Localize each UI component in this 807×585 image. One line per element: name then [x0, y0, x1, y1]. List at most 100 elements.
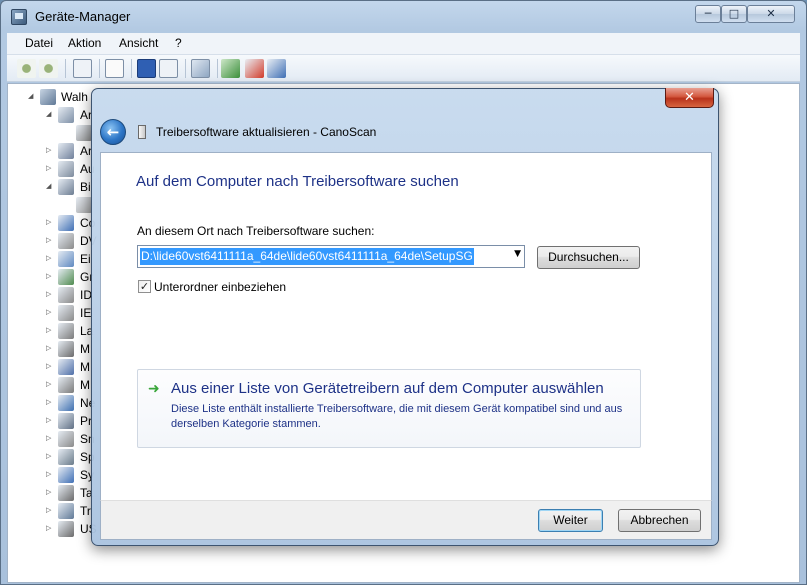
browse-button[interactable]: Durchsuchen... [537, 246, 640, 269]
properties-icon[interactable] [105, 59, 124, 78]
device-category-icon [58, 521, 74, 537]
chevron-down-icon[interactable]: ▼ [514, 249, 521, 259]
tree-item-label: IE [80, 306, 92, 320]
expand-icon[interactable]: ▷ [46, 398, 53, 407]
expand-icon[interactable]: ▷ [46, 506, 53, 515]
tree-item[interactable] [8, 196, 98, 214]
tree-item[interactable]: ▷ US [8, 520, 98, 538]
expand-icon[interactable]: ▷ [46, 272, 53, 281]
tree-item[interactable]: ▷ Co [8, 214, 98, 232]
expand-icon[interactable]: ▷ [46, 164, 53, 173]
forward-arrow-icon[interactable] [39, 59, 58, 78]
expand-icon[interactable]: ▷ [46, 380, 53, 389]
expand-icon[interactable]: ▷ [46, 290, 53, 299]
expand-icon[interactable]: ▷ [46, 344, 53, 353]
device-category-icon [58, 251, 74, 267]
dialog-close-button[interactable]: ✕ [665, 88, 714, 108]
tree-item[interactable] [8, 124, 98, 142]
subfolder-label[interactable]: Unterordner einbeziehen [154, 280, 286, 294]
tree-item[interactable]: ▷ M [8, 340, 98, 358]
close-button[interactable]: ✕ [747, 5, 795, 23]
dialog-content: Auf dem Computer nach Treibersoftware su… [100, 152, 712, 500]
device-category-icon [58, 269, 74, 285]
path-combobox[interactable]: D:\lide60vst6411111a_64de\lide60vst64111… [137, 245, 525, 268]
pick-from-list-title[interactable]: Aus einer Liste von Gerätetreibern auf d… [171, 380, 604, 397]
tree-item[interactable]: ▷ Ne [8, 394, 98, 412]
green-arrow-icon: ➜ [148, 381, 160, 397]
expand-icon[interactable]: ▷ [46, 326, 53, 335]
expand-icon[interactable]: ◢ [46, 110, 53, 119]
expand-icon[interactable]: ▷ [46, 524, 53, 533]
tree-item[interactable]: ▷ Sy [8, 466, 98, 484]
tree-item[interactable]: ▷ Ar [8, 142, 98, 160]
update-driver-dialog: ✕ ← Treibersoftware aktualisieren - Cano… [91, 88, 719, 546]
expand-icon[interactable]: ▷ [46, 488, 53, 497]
collapse-icon[interactable]: ◢ [28, 92, 35, 101]
menu-aktion[interactable]: Aktion [68, 36, 101, 50]
enable-device-icon[interactable] [267, 59, 286, 78]
tree-item[interactable]: ▷ Au [8, 160, 98, 178]
expand-icon[interactable]: ▷ [46, 452, 53, 461]
expand-icon[interactable]: ▷ [46, 236, 53, 245]
expand-icon[interactable]: ◢ [46, 182, 53, 191]
subfolder-checkbox[interactable]: ✓ [138, 280, 151, 293]
expand-icon[interactable]: ▷ [46, 146, 53, 155]
device-category-icon [58, 107, 74, 123]
tree-item[interactable]: ▷ Sn [8, 430, 98, 448]
cancel-button[interactable]: Abbrechen [618, 509, 701, 532]
expand-icon[interactable]: ▷ [46, 218, 53, 227]
help-icon[interactable] [137, 59, 156, 78]
device-category-icon [58, 161, 74, 177]
tree-item[interactable]: ▷ IE [8, 304, 98, 322]
device-category-icon [58, 287, 74, 303]
tree-root[interactable]: ◢ Walh [8, 88, 98, 106]
update-driver-icon[interactable] [221, 59, 240, 78]
toolbar-separator [65, 59, 66, 78]
tree-item[interactable]: ▷ La [8, 322, 98, 340]
tree-item[interactable]: ◢ Ar [8, 106, 98, 124]
path-input[interactable]: D:\lide60vst6411111a_64de\lide60vst64111… [140, 248, 474, 265]
dialog-heading: Auf dem Computer nach Treibersoftware su… [136, 173, 459, 190]
view-icon[interactable] [73, 59, 92, 78]
expand-icon[interactable]: ▷ [46, 416, 53, 425]
pick-from-list-description: Diese Liste enthält installierte Treiber… [171, 403, 623, 430]
back-arrow-icon[interactable] [17, 59, 36, 78]
tree-item[interactable]: ▷ DV [8, 232, 98, 250]
toolbar-separator [99, 59, 100, 78]
maximize-button[interactable]: □ [721, 5, 747, 23]
next-button[interactable]: Weiter [538, 509, 603, 532]
tree-item[interactable]: ▷ Gr [8, 268, 98, 286]
device-category-icon [58, 395, 74, 411]
device-category-icon [58, 215, 74, 231]
tree-item[interactable]: ▷ M [8, 358, 98, 376]
tree-item[interactable]: ▷ Sp [8, 448, 98, 466]
tree-item[interactable]: ▷ Pr [8, 412, 98, 430]
pick-from-list-option[interactable]: ➜ Aus einer Liste von Gerätetreibern auf… [137, 369, 641, 448]
tree-item[interactable]: ◢ Bi [8, 178, 98, 196]
toolbar-separator [217, 59, 218, 78]
minimize-button[interactable]: ─ [695, 5, 721, 23]
expand-icon[interactable]: ▷ [46, 470, 53, 479]
uninstall-icon[interactable] [245, 59, 264, 78]
main-titlebar[interactable]: Geräte-Manager ─ □ ✕ [1, 1, 806, 33]
tree-item[interactable]: ▷ Tr [8, 502, 98, 520]
menu-help[interactable]: ? [175, 36, 182, 50]
menu-datei[interactable]: Datei [25, 36, 53, 50]
tree-item[interactable]: ▷ ID [8, 286, 98, 304]
tree-item[interactable]: ▷ M [8, 376, 98, 394]
console-icon[interactable] [159, 59, 178, 78]
toolbar-separator [131, 59, 132, 78]
device-category-icon [76, 125, 92, 141]
scan-hardware-icon[interactable] [191, 59, 210, 78]
expand-icon[interactable]: ▷ [46, 362, 53, 371]
menubar: Datei Aktion Ansicht ? [7, 33, 800, 55]
device-category-icon [58, 485, 74, 501]
menu-ansicht[interactable]: Ansicht [119, 36, 158, 50]
tree-item[interactable]: ▷ Ei [8, 250, 98, 268]
expand-icon[interactable]: ▷ [46, 308, 53, 317]
tree-item[interactable]: ▷ Ta [8, 484, 98, 502]
expand-icon[interactable]: ▷ [46, 254, 53, 263]
device-category-icon [58, 359, 74, 375]
back-arrow-icon[interactable]: ← [100, 119, 126, 145]
expand-icon[interactable]: ▷ [46, 434, 53, 443]
